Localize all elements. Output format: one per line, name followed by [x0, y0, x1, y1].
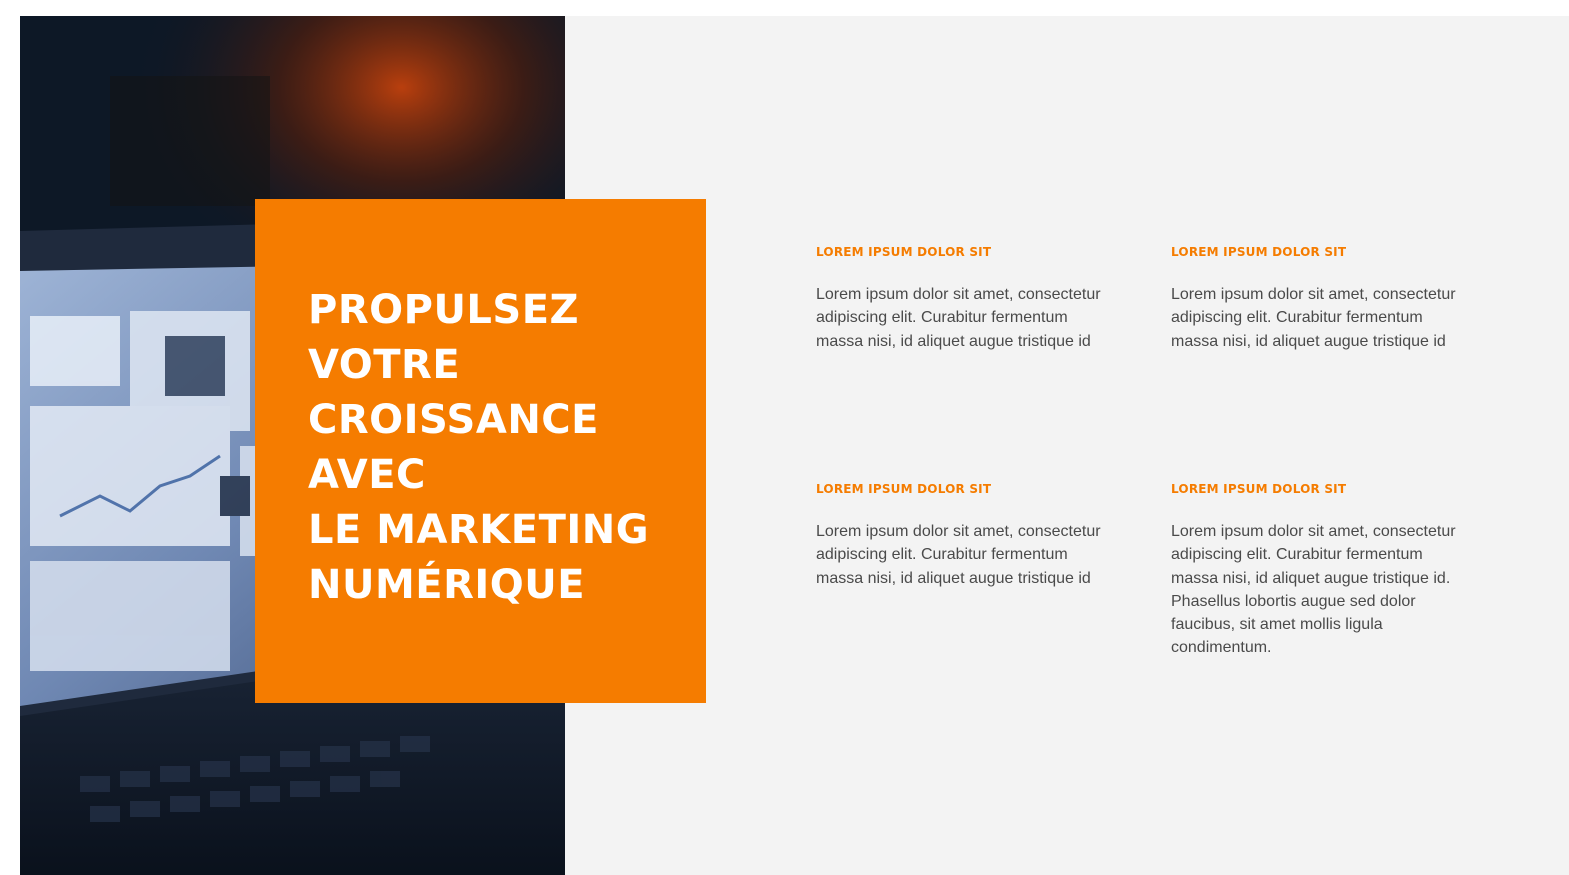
feature-heading: LOREM IPSUM DOLOR SIT — [816, 245, 992, 259]
feature-heading: LOREM IPSUM DOLOR SIT — [1171, 482, 1347, 496]
page-title: PROPULSEZ VOTRE CROISSANCE AVEC LE MARKE… — [308, 287, 650, 608]
feature-heading: LOREM IPSUM DOLOR SIT — [816, 482, 992, 496]
feature-block: LOREM IPSUM DOLOR SIT Lorem ipsum dolor … — [1171, 482, 1471, 660]
feature-block: LOREM IPSUM DOLOR SIT Lorem ipsum dolor … — [1171, 245, 1471, 353]
feature-body: Lorem ipsum dolor sit amet, consectetur … — [1171, 286, 1456, 350]
feature-body: Lorem ipsum dolor sit amet, consectetur … — [816, 286, 1101, 350]
slide: PROPULSEZ VOTRE CROISSANCE AVEC LE MARKE… — [20, 16, 1569, 875]
feature-body: Lorem ipsum dolor sit amet, consectetur … — [1171, 523, 1456, 657]
feature-body: Lorem ipsum dolor sit amet, consectetur … — [816, 523, 1101, 587]
title-box: PROPULSEZ VOTRE CROISSANCE AVEC LE MARKE… — [255, 199, 706, 703]
feature-block: LOREM IPSUM DOLOR SIT Lorem ipsum dolor … — [816, 482, 1116, 590]
feature-heading: LOREM IPSUM DOLOR SIT — [1171, 245, 1347, 259]
feature-block: LOREM IPSUM DOLOR SIT Lorem ipsum dolor … — [816, 245, 1116, 353]
